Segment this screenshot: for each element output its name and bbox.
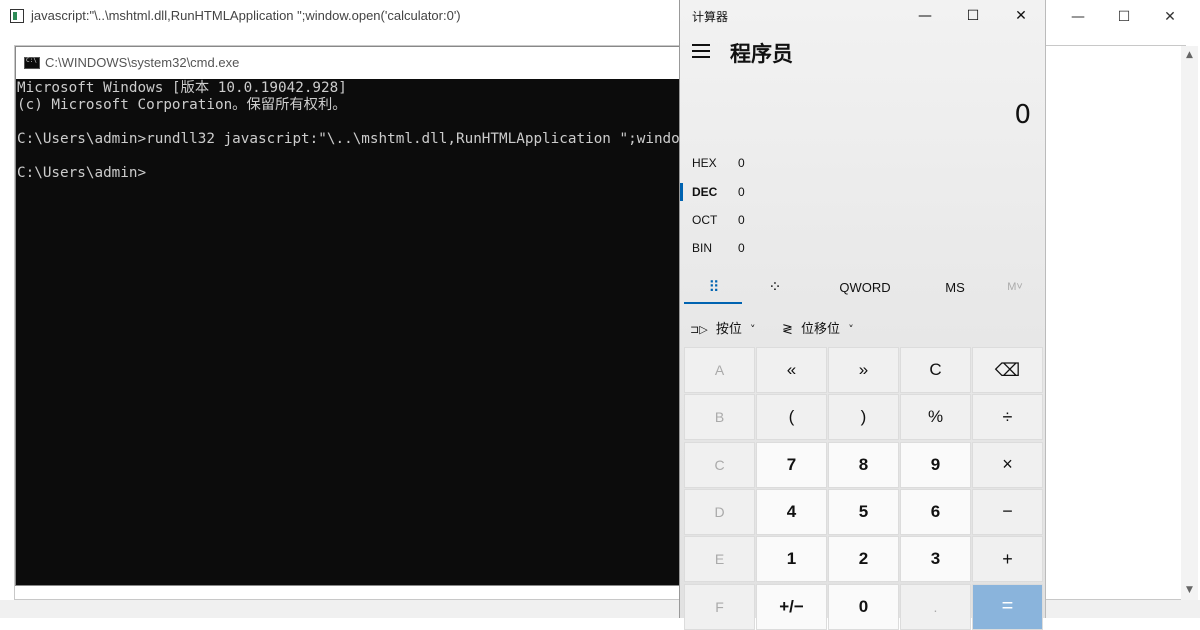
radix-value: 0 — [738, 213, 745, 227]
digit-6-key[interactable]: 6 — [900, 488, 971, 535]
cmd-window: C:\WINDOWS\system32\cmd.exe Microsoft Wi… — [15, 46, 681, 586]
console-prompt: C:\Users\admin> — [17, 165, 147, 181]
calculator-maximize-button[interactable]: ☐ — [950, 0, 996, 32]
bit-shift-label: 位移位 — [801, 322, 841, 337]
clear-key[interactable]: C — [900, 347, 971, 393]
bit-shift-icon: ≷ — [782, 322, 793, 337]
radix-value: 0 — [738, 241, 745, 255]
calculator-window: 计算器 — ☐ ✕ 程序员 0 HEX 0 DEC 0 OCT 0 BIN 0 … — [679, 0, 1046, 630]
radix-oct-row[interactable]: OCT 0 — [680, 207, 880, 235]
digit-9-key[interactable]: 9 — [900, 441, 971, 488]
cmd-console[interactable]: Microsoft Windows [版本 10.0.19042.928] (c… — [16, 79, 680, 585]
scroll-down-arrow-icon[interactable]: ▼ — [1181, 585, 1198, 599]
background-window-title: javascript:"\..\mshtml.dll,RunHTMLApplic… — [31, 8, 461, 23]
console-line: Microsoft Windows [版本 10.0.19042.928] — [17, 80, 347, 96]
hex-b-key[interactable]: B — [684, 394, 755, 441]
percent-key[interactable]: % — [900, 394, 971, 441]
chevron-down-icon: ˅ — [749, 323, 756, 336]
console-line: C:\Users\admin>rundll32 javascript:"\..\… — [17, 131, 680, 147]
word-size-button[interactable]: QWORD — [830, 270, 900, 304]
digit-1-key[interactable]: 1 — [756, 536, 827, 583]
digit-5-key[interactable]: 5 — [828, 488, 899, 535]
calculator-window-title: 计算器 — [692, 10, 729, 24]
digit-0-key[interactable]: 0 — [828, 583, 899, 630]
digit-3-key[interactable]: 3 — [900, 536, 971, 583]
shift-right-key[interactable]: » — [828, 347, 899, 393]
radix-label: HEX — [692, 156, 717, 170]
radix-hex-row[interactable]: HEX 0 — [680, 150, 880, 178]
decimal-key[interactable]: . — [900, 583, 971, 630]
active-tab-underline — [684, 302, 742, 304]
multiply-key[interactable]: × — [972, 441, 1043, 488]
radix-label: OCT — [692, 213, 718, 227]
subtract-key[interactable]: − — [972, 488, 1043, 535]
bitwise-icon: ⊐▷ — [690, 323, 708, 336]
negate-key[interactable]: +/− — [756, 583, 827, 630]
digit-7-key[interactable]: 7 — [756, 441, 827, 488]
divide-key[interactable]: ÷ — [972, 394, 1043, 441]
scroll-up-arrow-icon[interactable]: ▲ — [1181, 50, 1198, 64]
cmd-window-title: C:\WINDOWS\system32\cmd.exe — [45, 55, 240, 70]
radix-label: DEC — [692, 185, 718, 199]
digit-8-key[interactable]: 8 — [828, 441, 899, 488]
cmd-icon — [24, 57, 40, 69]
hex-c-key[interactable]: C — [684, 441, 755, 488]
chevron-down-icon: ˅ — [848, 323, 854, 336]
background-close-button[interactable]: ✕ — [1147, 0, 1193, 33]
digit-2-key[interactable]: 2 — [828, 536, 899, 583]
add-key[interactable]: + — [972, 536, 1043, 583]
cmd-titlebar: C:\WINDOWS\system32\cmd.exe — [16, 47, 680, 79]
radix-bin-row[interactable]: BIN 0 — [680, 235, 880, 263]
radix-dec-row[interactable]: DEC 0 — [680, 179, 880, 207]
full-keypad-tab-icon[interactable]: ⠿ — [686, 270, 742, 304]
calculator-display: 0 — [1014, 100, 1031, 130]
bitwise-label: 按位 — [715, 322, 742, 337]
background-vertical-scrollbar[interactable] — [1181, 46, 1198, 600]
console-line: (c) Microsoft Corporation。保留所有权利。 — [17, 97, 347, 113]
radix-value: 0 — [738, 156, 745, 170]
radix-value: 0 — [738, 185, 745, 199]
calculator-mode-title: 程序员 — [730, 42, 793, 66]
backspace-key[interactable]: ⌫ — [972, 347, 1043, 393]
hex-e-key[interactable]: E — [684, 536, 755, 583]
background-minimize-button[interactable]: — — [1055, 0, 1101, 33]
bitwise-dropdown[interactable]: ⊐▷ 按位 ˅ — [690, 318, 755, 337]
hex-f-key[interactable]: F — [684, 583, 755, 630]
hamburger-menu-icon[interactable] — [692, 44, 710, 58]
memory-list-button[interactable]: M˅ — [995, 270, 1035, 304]
bit-toggle-keypad-icon[interactable]: ⁘ — [750, 270, 800, 304]
hex-a-key[interactable]: A — [684, 347, 755, 393]
memory-store-button[interactable]: MS — [930, 270, 980, 304]
html-application-icon — [10, 9, 24, 23]
active-radix-indicator — [680, 183, 683, 201]
radix-label: BIN — [692, 241, 713, 255]
equals-key[interactable]: = — [972, 583, 1043, 630]
shift-left-key[interactable]: « — [756, 347, 827, 393]
background-maximize-button[interactable]: ☐ — [1101, 0, 1147, 33]
calculator-minimize-button[interactable]: — — [902, 0, 948, 32]
open-paren-key[interactable]: ( — [756, 394, 827, 441]
calculator-close-button[interactable]: ✕ — [998, 0, 1044, 32]
digit-4-key[interactable]: 4 — [756, 488, 827, 535]
close-paren-key[interactable]: ) — [828, 394, 899, 441]
hex-d-key[interactable]: D — [684, 488, 755, 535]
bit-shift-dropdown[interactable]: ≷ 位移位 ˅ — [782, 318, 854, 337]
